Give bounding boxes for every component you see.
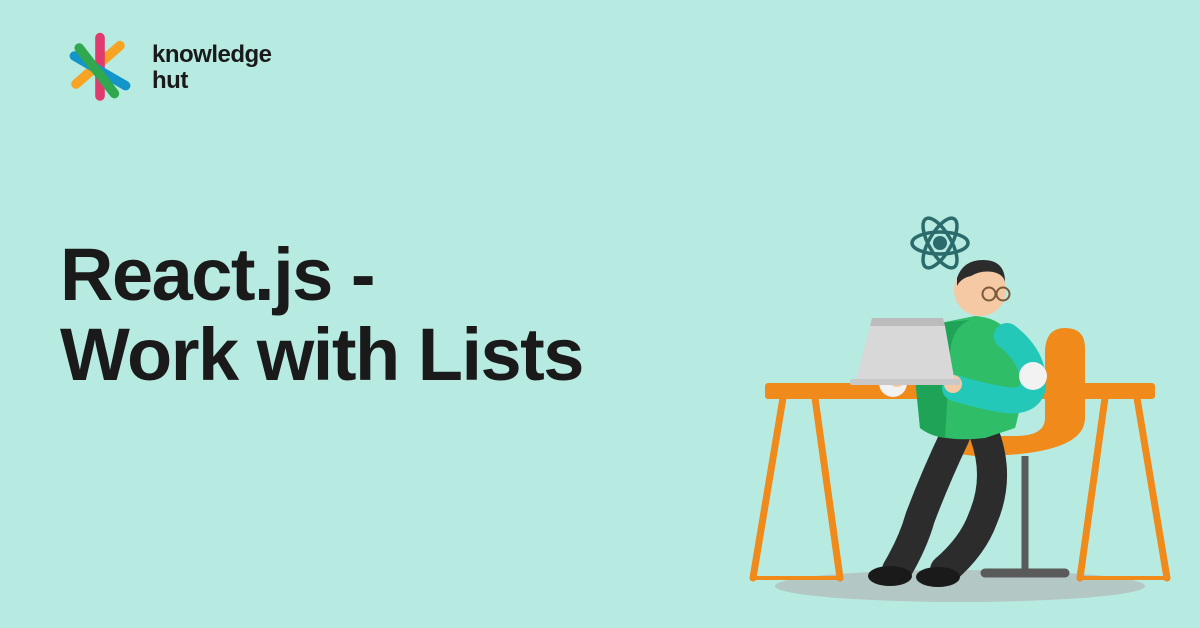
brand-name: knowledge hut xyxy=(152,42,272,95)
page-headline: React.js - Work with Lists xyxy=(60,235,583,395)
brand-line-1: knowledge xyxy=(152,42,272,68)
brand-logo: knowledge hut xyxy=(60,28,272,108)
headline-line-2: Work with Lists xyxy=(60,315,583,395)
headline-line-1: React.js - xyxy=(60,235,583,315)
developer-illustration xyxy=(745,178,1175,608)
logo-asterisk-icon xyxy=(60,28,140,108)
brand-line-2: hut xyxy=(152,68,272,94)
react-logo-icon xyxy=(912,213,968,272)
